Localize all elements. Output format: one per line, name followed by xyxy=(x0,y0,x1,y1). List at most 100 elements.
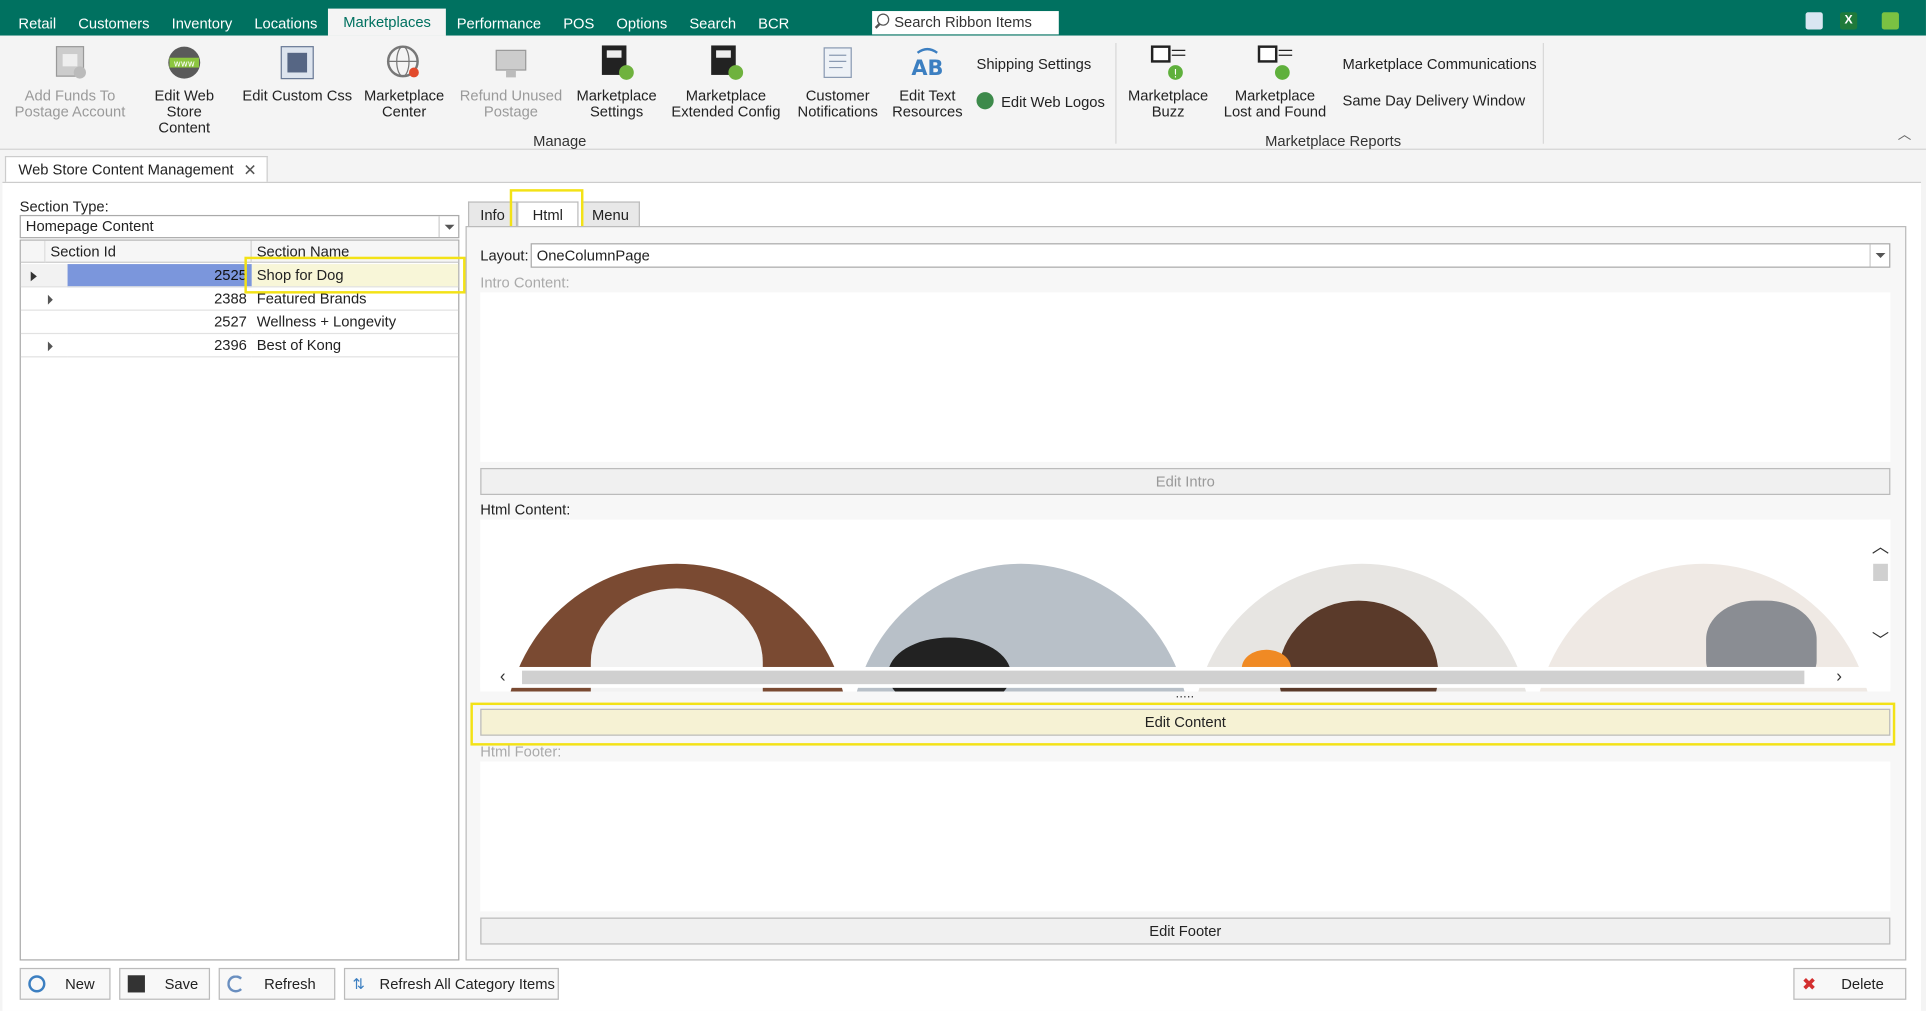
vertical-scrollbar[interactable]: ︿ ﹀ xyxy=(1869,519,1891,667)
tab-retail[interactable]: Retail xyxy=(7,0,67,36)
chevron-down-icon[interactable] xyxy=(438,216,459,238)
cell-section-id[interactable]: 2388 xyxy=(67,287,252,311)
search-placeholder: Search Ribbon Items xyxy=(894,13,1032,31)
cell-section-id[interactable]: 2525 xyxy=(67,264,252,288)
globe-pin-icon xyxy=(384,43,423,82)
row-header-corner xyxy=(20,240,46,263)
row-indicator xyxy=(20,334,68,358)
add-funds-button[interactable]: Add Funds To Postage Account xyxy=(12,43,127,120)
table-row[interactable]: 2527 Wellness + Longevity xyxy=(20,311,459,335)
row-indicator xyxy=(20,264,68,288)
tab-pos[interactable]: POS xyxy=(552,0,605,36)
close-icon[interactable]: ✕ xyxy=(243,157,256,183)
tab-bcr[interactable]: BCR xyxy=(747,0,800,36)
floppy-disk-icon xyxy=(127,975,145,993)
marketplace-center-button[interactable]: Marketplace Center xyxy=(359,43,450,120)
excel-icon[interactable]: X xyxy=(1839,12,1858,30)
layout-label: Layout: xyxy=(480,246,529,265)
scroll-up-icon[interactable]: ︿ xyxy=(1872,534,1889,559)
svg-text:www: www xyxy=(174,59,195,69)
cell-section-name[interactable]: Shop for Dog xyxy=(251,264,459,288)
marketplace-extended-config-button[interactable]: Marketplace Extended Config xyxy=(668,43,783,120)
shipping-settings-button[interactable]: Shipping Settings xyxy=(976,55,1091,72)
tab-options[interactable]: Options xyxy=(605,0,678,36)
html-content-label: Html Content: xyxy=(480,501,571,519)
same-day-delivery-button[interactable]: Same Day Delivery Window xyxy=(1343,92,1526,109)
customer-notifications-button[interactable]: Customer Notifications xyxy=(791,43,884,120)
edit-web-logos-button[interactable]: Edit Web Logos xyxy=(976,92,1105,111)
scroll-right-icon[interactable]: › xyxy=(1836,666,1842,686)
column-header-section-id[interactable]: Section Id xyxy=(45,240,252,263)
search-icon xyxy=(877,13,890,26)
section-type-label: Section Type: xyxy=(19,197,109,215)
scroll-down-icon[interactable]: ﹀ xyxy=(1872,628,1889,653)
edit-custom-css-button[interactable]: Edit Custom Css xyxy=(241,43,354,104)
tab-locations[interactable]: Locations xyxy=(243,0,328,36)
ribbon-separator xyxy=(1542,42,1544,144)
buzz-alert-icon: ! xyxy=(1148,43,1187,82)
manage-group-label: Manage xyxy=(533,132,587,150)
edit-web-store-content-button[interactable]: www Edit Web Store Content xyxy=(140,43,228,136)
layout-select[interactable]: OneColumnPage xyxy=(530,243,1891,268)
marketplace-buzz-button[interactable]: ! Marketplace Buzz xyxy=(1123,43,1214,120)
table-row[interactable]: 2525 Shop for Dog xyxy=(20,264,459,288)
document-tab[interactable]: Web Store Content Management ✕ xyxy=(4,155,268,184)
save-button[interactable]: Save xyxy=(119,967,211,1000)
menu-tabs: Retail Customers Inventory Locations Mar… xyxy=(7,0,800,36)
cell-section-name[interactable]: Featured Brands xyxy=(251,287,459,311)
tab-marketplaces[interactable]: Marketplaces xyxy=(328,8,446,36)
table-row[interactable]: 2388 Featured Brands xyxy=(20,287,459,311)
tab-inventory[interactable]: Inventory xyxy=(161,0,244,36)
splitter-handle[interactable]: ..... xyxy=(1175,687,1194,702)
extended-config-icon xyxy=(706,43,745,82)
edit-text-resources-button[interactable]: AB Edit Text Resources xyxy=(889,43,965,120)
column-header-section-name[interactable]: Section Name xyxy=(251,240,459,263)
horizontal-scrollbar[interactable]: ‹ › xyxy=(480,666,1891,688)
refresh-button[interactable]: Refresh xyxy=(218,967,336,1000)
chevron-down-icon[interactable] xyxy=(1869,244,1889,267)
intro-content-area[interactable] xyxy=(480,292,1891,462)
marketplace-communications-button[interactable]: Marketplace Communications xyxy=(1343,55,1537,72)
html-footer-label: Html Footer: xyxy=(480,743,562,761)
current-row-icon xyxy=(30,271,37,282)
edit-intro-button[interactable]: Edit Intro xyxy=(480,467,1891,496)
cell-section-name[interactable]: Wellness + Longevity xyxy=(251,311,459,335)
scrollbar-thumb[interactable] xyxy=(1873,563,1888,581)
tab-info[interactable]: Info xyxy=(467,201,518,228)
cell-section-id[interactable]: 2396 xyxy=(67,334,252,358)
refund-postage-button[interactable]: Refund Unused Postage xyxy=(457,43,565,120)
html-footer-area[interactable] xyxy=(480,761,1891,912)
settings-gear-icon xyxy=(597,43,636,82)
save-disk-icon[interactable] xyxy=(1881,12,1899,30)
table-row[interactable]: 2396 Best of Kong xyxy=(20,334,459,358)
scrollbar-thumb[interactable] xyxy=(522,670,1805,685)
ribbon-search-input[interactable]: Search Ribbon Items xyxy=(872,11,1059,35)
refresh-all-category-items-button[interactable]: ⇅ Refresh All Category Items xyxy=(343,967,559,1000)
plus-circle-icon xyxy=(28,975,46,993)
edit-footer-button[interactable]: Edit Footer xyxy=(480,917,1891,945)
delete-button[interactable]: ✖ Delete xyxy=(1793,967,1907,1000)
tab-search[interactable]: Search xyxy=(678,0,747,36)
section-type-select[interactable]: Homepage Content xyxy=(19,214,460,239)
edit-content-button[interactable]: Edit Content xyxy=(480,708,1891,736)
tab-customers[interactable]: Customers xyxy=(67,0,160,36)
tab-performance[interactable]: Performance xyxy=(446,0,552,36)
css-editor-icon xyxy=(278,43,317,82)
marketplace-lost-found-button[interactable]: Marketplace Lost and Found xyxy=(1221,43,1329,120)
ribbon: Add Funds To Postage Account www Edit We… xyxy=(0,35,1926,150)
expand-row-icon[interactable] xyxy=(47,294,53,305)
scroll-left-icon[interactable]: ‹ xyxy=(500,666,506,686)
postage-icon xyxy=(50,43,89,82)
web-logos-icon xyxy=(976,92,994,110)
marketplace-settings-button[interactable]: Marketplace Settings xyxy=(572,43,660,120)
tab-html[interactable]: Html xyxy=(517,201,579,228)
cell-section-name[interactable]: Best of Kong xyxy=(251,334,459,358)
cell-section-id[interactable]: 2527 xyxy=(67,311,252,335)
collapse-ribbon-icon[interactable]: ︿ xyxy=(1898,124,1912,144)
tab-menu[interactable]: Menu xyxy=(580,201,640,228)
refund-icon xyxy=(491,43,530,82)
expand-row-icon[interactable] xyxy=(47,341,53,352)
new-button[interactable]: New xyxy=(19,967,111,1000)
html-content-preview[interactable] xyxy=(480,519,1891,692)
print-icon[interactable] xyxy=(1805,12,1823,30)
